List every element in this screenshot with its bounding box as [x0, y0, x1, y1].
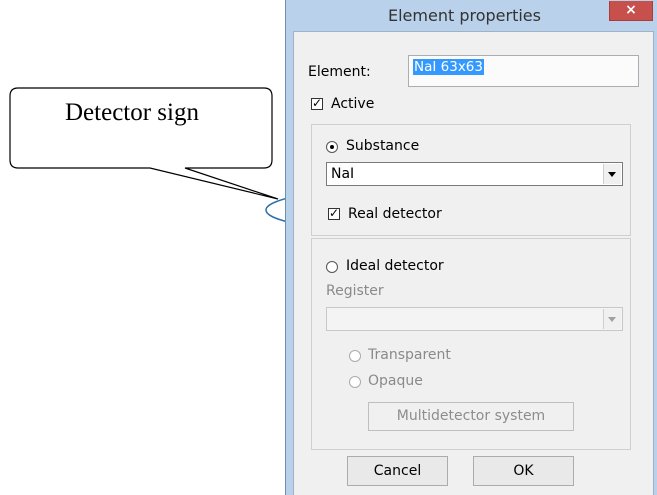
transparent-radio[interactable] [349, 350, 361, 362]
dialog-title: Element properties [388, 6, 541, 25]
substance-select-value: NaI [331, 166, 355, 182]
element-name-value: NaI 63x63 [413, 59, 484, 75]
substance-select[interactable]: NaI [326, 162, 623, 186]
register-dropdown-button[interactable] [603, 309, 621, 329]
active-label: Active [331, 96, 375, 112]
opaque-radio[interactable] [349, 376, 361, 388]
callout-label: Detector sign [65, 99, 199, 126]
checkmark-icon: ✓ [329, 206, 340, 220]
close-button[interactable]: × [609, 1, 653, 21]
element-name-input[interactable]: NaI 63x63 [408, 55, 639, 87]
ideal-detector-label: Ideal detector [346, 258, 444, 274]
title-bar[interactable]: Element properties × [286, 0, 657, 31]
substance-group: Substance NaI ✓ Real detector [311, 124, 631, 236]
substance-dropdown-button[interactable] [603, 164, 621, 184]
checkmark-icon: ✓ [312, 96, 323, 110]
multidetector-system-button[interactable]: Multidetector system [368, 402, 574, 431]
substance-radio[interactable] [326, 141, 338, 153]
register-select[interactable] [326, 307, 623, 331]
cancel-button[interactable]: Cancel [347, 456, 448, 486]
element-label: Element: [308, 64, 371, 80]
ok-button[interactable]: OK [473, 456, 574, 486]
real-detector-label: Real detector [348, 206, 442, 222]
transparent-label: Transparent [368, 347, 451, 363]
ideal-detector-radio[interactable] [326, 261, 338, 273]
opaque-label: Opaque [368, 373, 423, 389]
real-detector-checkbox[interactable]: ✓ [328, 206, 340, 220]
substance-label: Substance [346, 138, 420, 154]
register-label: Register [326, 283, 384, 299]
chevron-down-icon [608, 172, 616, 177]
element-properties-dialog: Element properties × Element: NaI 63x63 … [285, 0, 657, 495]
active-checkbox[interactable]: ✓ [311, 96, 323, 110]
dialog-body: Element: NaI 63x63 ✓ Active Substance Na… [293, 31, 654, 495]
close-icon: × [625, 2, 637, 18]
ideal-detector-group: Ideal detector Register Transparent Opaq… [311, 238, 631, 450]
chevron-down-icon [608, 317, 616, 322]
